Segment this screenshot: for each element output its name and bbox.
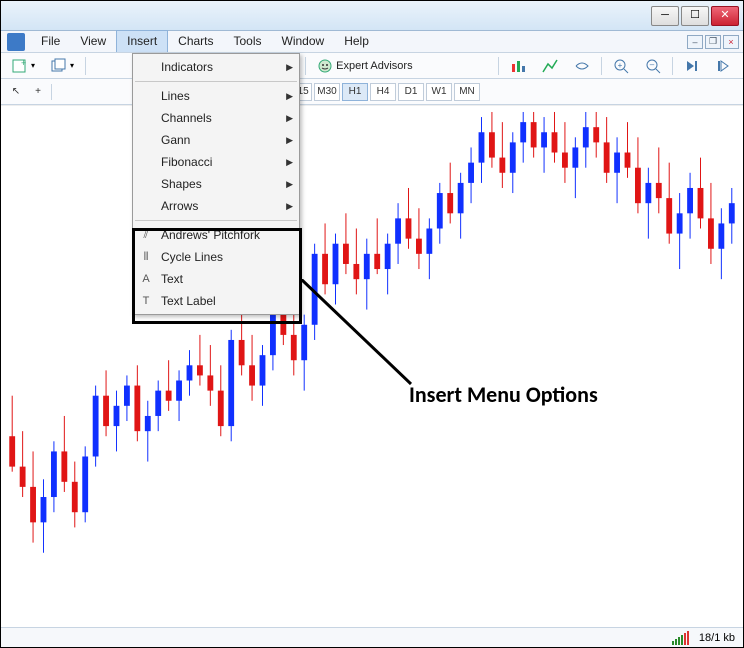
menu-item-icon: ⫽ <box>137 229 155 242</box>
menu-tools[interactable]: Tools <box>224 31 272 52</box>
mdi-close-button[interactable]: × <box>723 35 739 49</box>
timeframe-m30[interactable]: M30 <box>314 83 340 101</box>
annotation-text: Insert Menu Options <box>409 381 598 408</box>
menu-item-indicators[interactable]: Indicators ▶ <box>133 56 299 78</box>
indicator-button-1[interactable] <box>505 55 531 77</box>
menu-item-label: Text <box>161 272 183 286</box>
indicator-button-2[interactable] <box>537 55 563 77</box>
menu-item-label: Channels <box>161 111 212 125</box>
submenu-arrow-icon: ▶ <box>286 157 293 168</box>
svg-text:+: + <box>618 61 623 70</box>
menu-item-andrews-pitchfork[interactable]: ⫽ Andrews' Pitchfork <box>133 224 299 246</box>
scroll-end-button[interactable] <box>679 55 705 77</box>
maximize-button[interactable]: ☐ <box>681 6 709 26</box>
expert-advisors-label: Expert Advisors <box>336 60 412 72</box>
menu-help[interactable]: Help <box>334 31 379 52</box>
menu-item-icon: A <box>137 273 155 285</box>
titlebar: ─ ☐ ✕ <box>1 1 743 31</box>
svg-text:–: – <box>650 60 655 69</box>
menu-item-label: Gann <box>161 133 190 147</box>
submenu-arrow-icon: ▶ <box>286 113 293 124</box>
menu-item-lines[interactable]: Lines ▶ <box>133 85 299 107</box>
zoom-in-button[interactable]: + <box>608 55 634 77</box>
connection-bars-icon <box>672 631 689 645</box>
menu-item-shapes[interactable]: Shapes ▶ <box>133 173 299 195</box>
menu-item-cycle-lines[interactable]: ⦀ Cycle Lines <box>133 246 299 268</box>
submenu-arrow-icon: ▶ <box>286 201 293 212</box>
toolbar-drawing: ↖ + M1M5M15M30H1H4D1W1MN <box>1 79 743 105</box>
profiles-button[interactable]: ▾ <box>46 55 79 77</box>
shift-chart-button[interactable] <box>711 55 737 77</box>
expert-advisors-button[interactable]: Expert Advisors <box>312 55 417 77</box>
menu-item-fibonacci[interactable]: Fibonacci ▶ <box>133 151 299 173</box>
menu-item-text[interactable]: A Text <box>133 268 299 290</box>
menu-charts[interactable]: Charts <box>168 31 223 52</box>
new-chart-button[interactable]: +▾ <box>7 55 40 77</box>
timeframe-d1[interactable]: D1 <box>398 83 424 101</box>
menu-file[interactable]: File <box>31 31 70 52</box>
menu-window[interactable]: Window <box>272 31 335 52</box>
menu-view[interactable]: View <box>70 31 116 52</box>
menu-item-label: Cycle Lines <box>161 250 223 264</box>
statusbar: 18/1 kb <box>1 627 743 647</box>
mdi-minimize-button[interactable]: – <box>687 35 703 49</box>
toolbar-main: +▾ ▾ w Order ! Expert Advisors + – <box>1 53 743 79</box>
menu-item-label: Arrows <box>161 199 198 213</box>
menu-item-icon: T <box>137 295 155 307</box>
candlestick-chart <box>1 106 743 625</box>
menu-item-label: Indicators <box>161 60 213 74</box>
menu-insert[interactable]: Insert <box>116 30 168 52</box>
menu-item-arrows[interactable]: Arrows ▶ <box>133 195 299 217</box>
app-window: ─ ☐ ✕ FileViewInsertChartsToolsWindowHel… <box>1 1 743 647</box>
timeframe-mn[interactable]: MN <box>454 83 480 101</box>
indicator-button-3[interactable] <box>569 55 595 77</box>
timeframe-w1[interactable]: W1 <box>426 83 452 101</box>
menu-item-label: Lines <box>161 89 190 103</box>
submenu-arrow-icon: ▶ <box>286 179 293 190</box>
mdi-restore-button[interactable]: ❐ <box>705 35 721 49</box>
menu-item-channels[interactable]: Channels ▶ <box>133 107 299 129</box>
menu-item-icon: ⦀ <box>137 251 155 264</box>
submenu-arrow-icon: ▶ <box>286 91 293 102</box>
insert-menu-dropdown: Indicators▶Lines▶Channels▶Gann▶Fibonacci… <box>132 53 300 315</box>
submenu-arrow-icon: ▶ <box>286 135 293 146</box>
status-kb: 18/1 kb <box>699 632 735 644</box>
chart-area[interactable] <box>1 105 743 627</box>
minimize-button[interactable]: ─ <box>651 6 679 26</box>
cursor-tool-icon[interactable]: ↖ <box>7 83 25 101</box>
zoom-out-button[interactable]: – <box>640 55 666 77</box>
app-icon <box>7 33 25 51</box>
menu-item-label: Andrews' Pitchfork <box>161 228 260 242</box>
menu-item-text-label[interactable]: T Text Label <box>133 290 299 312</box>
close-button[interactable]: ✕ <box>711 6 739 26</box>
menu-item-label: Text Label <box>161 294 216 308</box>
timeframe-h4[interactable]: H4 <box>370 83 396 101</box>
menubar: FileViewInsertChartsToolsWindowHelp – ❐ … <box>1 31 743 53</box>
menu-item-label: Fibonacci <box>161 155 212 169</box>
timeframe-h1[interactable]: H1 <box>342 83 368 101</box>
svg-text:+: + <box>21 58 26 68</box>
crosshair-tool-icon[interactable]: + <box>29 83 47 101</box>
submenu-arrow-icon: ▶ <box>286 62 293 73</box>
menu-item-gann[interactable]: Gann ▶ <box>133 129 299 151</box>
menu-item-label: Shapes <box>161 177 202 191</box>
